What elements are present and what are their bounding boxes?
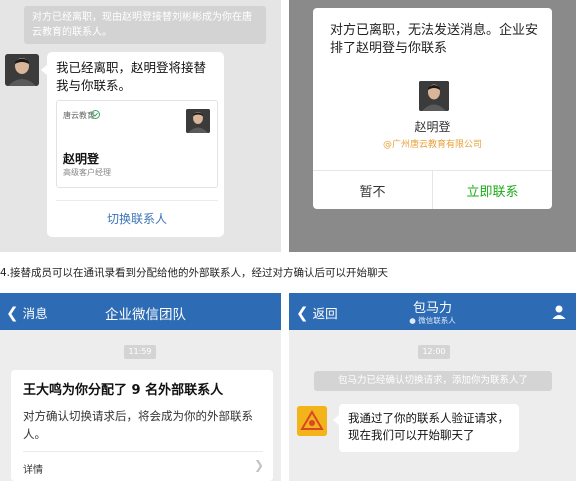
dialog-message: 对方已离职，无法发送消息。企业安排了赵明登与你联系: [330, 23, 539, 56]
divider: [23, 451, 263, 452]
card-avatar: [186, 109, 210, 133]
timestamp: 11:59: [124, 345, 156, 359]
card-body: 对方确认切换请求后，将会成为你的外部联系人。: [23, 409, 253, 441]
chat-title: 包马力: [412, 301, 452, 316]
message-text: 我通过了你的联系人验证请求，现在我们可以开始聊天了: [348, 411, 509, 442]
system-notice: 对方已经离职，现由赵明登接替刘彬彬成为你在唐云教育的联系人。: [24, 6, 266, 44]
avatar[interactable]: [5, 54, 39, 86]
avatar: [419, 81, 449, 111]
details-link[interactable]: 详情: [23, 461, 43, 476]
not-now-button[interactable]: 暂不: [313, 181, 432, 200]
chat-subtitle: ● 微信联系人: [289, 315, 576, 326]
card-role: 高级客户经理: [63, 168, 111, 177]
system-notice: 包马力已经确认切换请求，添加你为联系人了: [314, 371, 552, 391]
step-caption: 4.接替成员可以在通讯录看到分配给他的外部联系人，经过对方确认后可以开始聊天: [0, 267, 389, 279]
contact-now-button[interactable]: 立即联系: [433, 181, 552, 200]
switch-contact-button[interactable]: 切换联系人: [56, 200, 218, 232]
wechat-icon: ●: [409, 316, 416, 325]
timestamp: 12:00: [418, 345, 450, 359]
card-name: 赵明登: [63, 152, 100, 166]
user-profile-icon[interactable]: [551, 304, 567, 320]
message-text: 我已经离职，赵明登将接替我与你联系。: [56, 60, 207, 93]
verified-check-icon: [91, 110, 100, 121]
subtitle-label: 微信联系人: [418, 316, 456, 325]
card-title: 王大鸣为你分配了 9 名外部联系人: [23, 383, 224, 398]
contact-name: 赵明登: [414, 120, 451, 134]
company-name: @广州唐云教育有限公司: [382, 140, 482, 150]
page-title: 企业微信团队: [105, 307, 186, 323]
chevron-right-icon: ❯: [254, 458, 265, 472]
avatar[interactable]: [297, 406, 327, 436]
